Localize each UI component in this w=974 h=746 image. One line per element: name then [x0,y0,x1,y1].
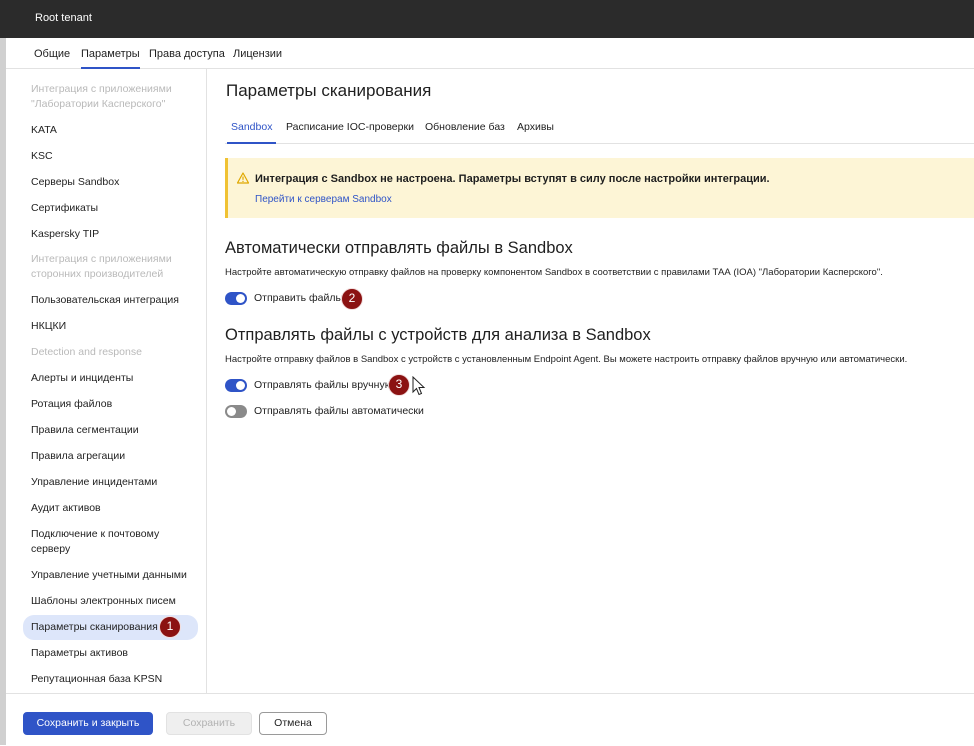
sandbox-servers-link[interactable]: Перейти к серверам Sandbox [255,194,392,205]
sidebar-item-email-templates[interactable]: Шаблоны электронных писем [31,594,196,609]
sidebar-item-nkcki[interactable]: НКЦКИ [31,319,196,334]
tab-parameters[interactable]: Параметры [81,48,140,69]
callout-3: 3 [388,374,410,396]
device-send-title: Отправлять файлы с устройств для анализа… [225,326,651,344]
main-content: Параметры сканирования Sandbox Расписани… [207,69,974,693]
content-tabs: Sandbox Расписание IOC-проверки Обновлен… [225,113,974,144]
tab-db-update[interactable]: Обновление баз [425,121,505,133]
sidebar-item-sandbox-servers[interactable]: Серверы Sandbox [31,175,196,190]
warning-text: Интеграция с Sandbox не настроена. Парам… [255,173,770,185]
sidebar-item-ksc[interactable]: KSC [31,149,196,164]
send-manual-label: Отправлять файлы вручную [254,379,393,391]
sidebar-item-aggregation-rules[interactable]: Правила агрегации [31,449,196,464]
sidebar-item-credentials[interactable]: Управление учетными данными [31,568,196,583]
sidebar-section-detection: Detection and response [31,346,142,358]
tab-sandbox[interactable]: Sandbox [226,121,277,144]
warning-icon [237,172,249,184]
send-auto-toggle[interactable] [225,405,247,418]
sidebar-item-incident-management[interactable]: Управление инцидентами [31,475,196,490]
cancel-button[interactable]: Отмена [259,712,327,735]
sidebar-item-kata[interactable]: KATA [31,123,196,138]
sidebar-item-certificates[interactable]: Сертификаты [31,201,196,216]
auto-send-description: Настройте автоматическую отправку файлов… [225,267,883,278]
sidebar-item-alerts-incidents[interactable]: Алерты и инциденты [31,371,196,386]
tab-ioc-schedule[interactable]: Расписание IOC-проверки [286,121,414,133]
tenant-title: Root tenant [35,12,92,24]
save-and-close-button[interactable]: Сохранить и закрыть [23,712,153,735]
sidebar-section-kaspersky: Интеграция с приложениями "Лаборатории К… [31,83,172,110]
warning-banner: Интеграция с Sandbox не настроена. Парам… [225,158,974,218]
send-files-toggle[interactable] [225,292,247,305]
callout-2: 2 [341,288,363,310]
save-button[interactable]: Сохранить [166,712,252,735]
send-manual-toggle[interactable] [225,379,247,392]
top-tabs: Общие Параметры Права доступа Лицензии [6,38,974,69]
sidebar-item-mail-server[interactable]: Подключение к почтовому серверу [31,527,196,557]
sidebar-item-file-rotation[interactable]: Ротация файлов [31,397,196,412]
sidebar-item-kpsn[interactable]: Репутационная база KPSN [31,672,196,687]
footer-actions: Сохранить и закрыть Сохранить Отмена [6,693,974,746]
tab-access-rights[interactable]: Права доступа [149,48,225,60]
sidebar-section-third-party: Интеграция с приложениями сторонних прои… [31,253,172,280]
mouse-cursor-icon [412,376,426,396]
sidebar-item-custom-integration[interactable]: Пользовательская интеграция [31,293,196,308]
settings-sidebar: Интеграция с приложениями "Лаборатории К… [6,69,207,693]
send-files-label: Отправить файлы [254,292,343,304]
auto-send-title: Автоматически отправлять файлы в Sandbox [225,239,573,257]
tab-archives[interactable]: Архивы [517,121,554,133]
sidebar-item-kaspersky-tip[interactable]: Kaspersky TIP [31,227,196,242]
sidebar-item-asset-settings[interactable]: Параметры активов [31,646,196,661]
send-auto-label: Отправлять файлы автоматически [254,405,424,417]
tab-licenses[interactable]: Лицензии [233,48,282,60]
top-bar: Root tenant [0,0,974,38]
tab-general[interactable]: Общие [34,48,70,60]
sidebar-item-asset-audit[interactable]: Аудит активов [31,501,196,516]
device-send-description: Настройте отправку файлов в Sandbox с ус… [225,354,908,365]
callout-1: 1 [159,616,181,638]
sidebar-item-segmentation-rules[interactable]: Правила сегментации [31,423,196,438]
page-title: Параметры сканирования [226,81,432,100]
